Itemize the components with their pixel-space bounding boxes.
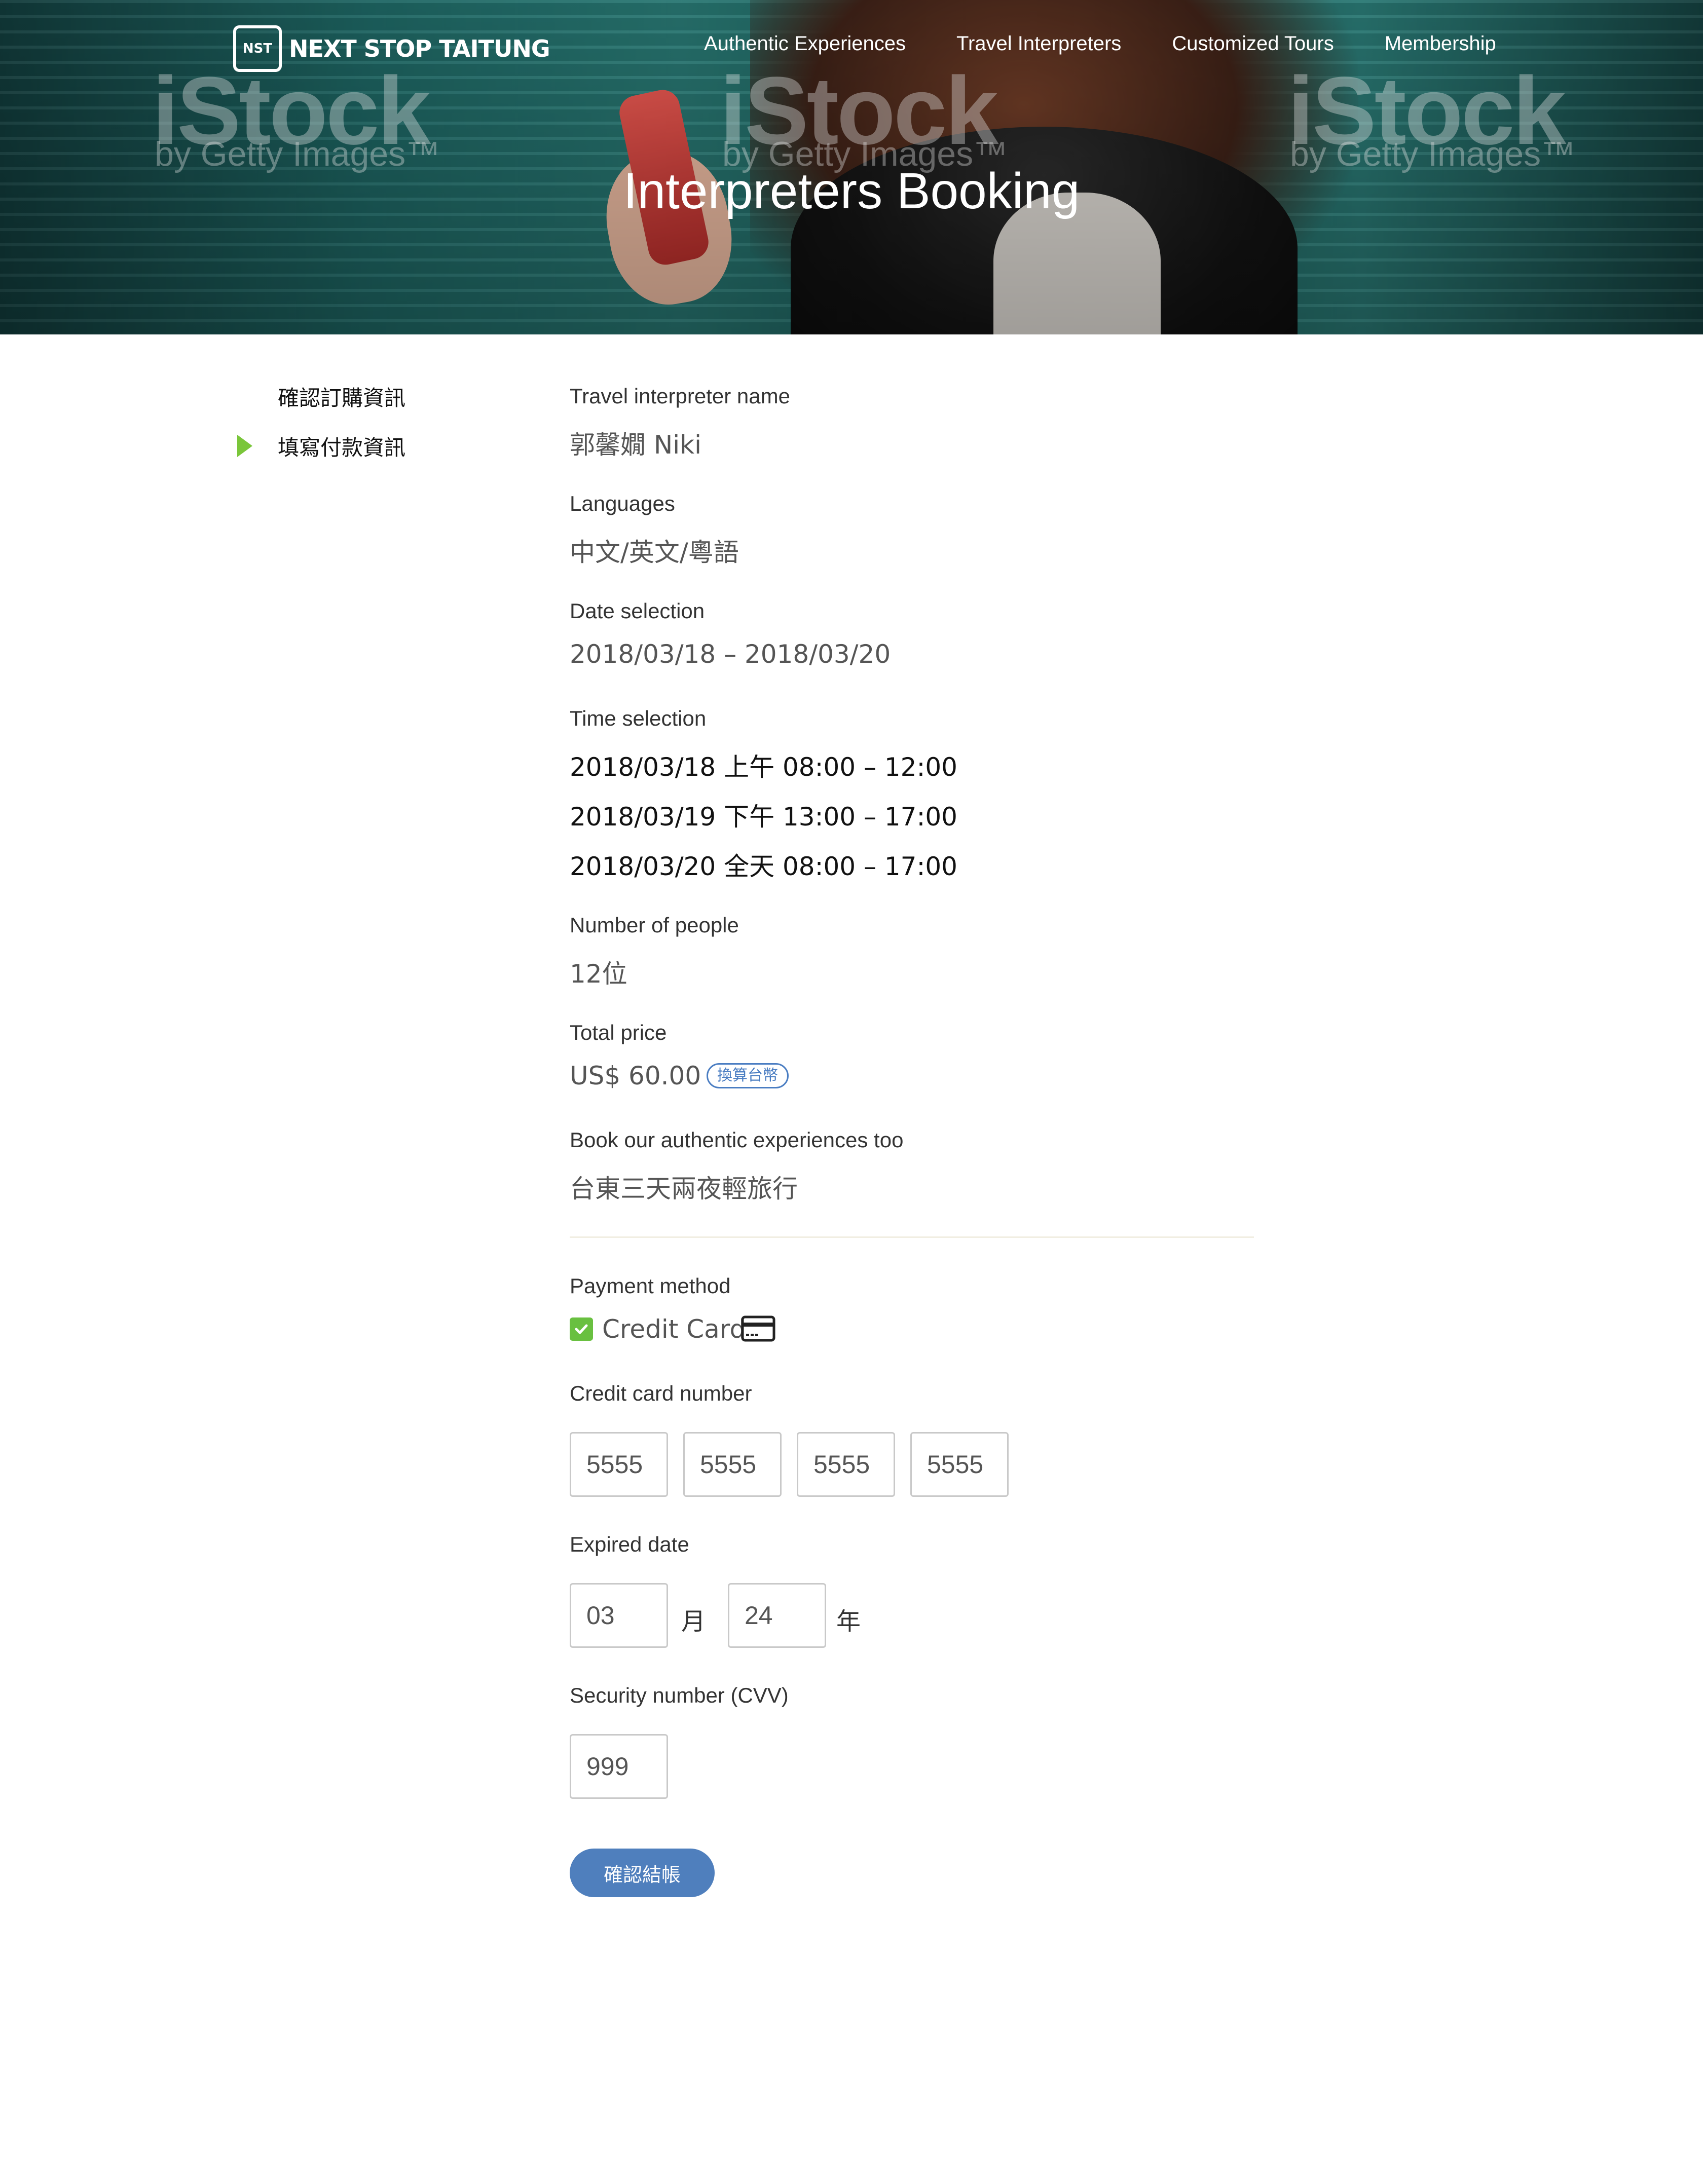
nav-travel-interpreters[interactable]: Travel Interpreters <box>956 32 1121 55</box>
experience-value: 台東三天兩夜輕旅行 <box>570 1174 798 1203</box>
total-price-label: Total price <box>570 1021 667 1044</box>
total-price-value: US$ 60.00 <box>570 1061 701 1090</box>
date-selection-label: Date selection <box>570 599 705 623</box>
year-unit: 年 <box>836 1607 861 1636</box>
hero-banner: iStock by Getty Images™ iStock by Getty … <box>0 0 1703 334</box>
check-icon <box>575 1324 588 1334</box>
cvv-label: Security number (CVV) <box>570 1683 789 1707</box>
credit-card-label: Credit Card <box>602 1314 746 1344</box>
interpreter-name-value: 郭馨嫺 Niki <box>570 430 702 460</box>
time-slot: 2018/03/20 全天 08:00 – 17:00 <box>570 852 957 881</box>
payment-method-label: Payment method <box>570 1274 731 1298</box>
date-selection-value: 2018/03/18 – 2018/03/20 <box>570 639 891 669</box>
expiry-date-label: Expired date <box>570 1532 689 1556</box>
nav-membership[interactable]: Membership <box>1385 32 1496 55</box>
nav-customized-tours[interactable]: Customized Tours <box>1172 32 1334 55</box>
month-unit: 月 <box>681 1607 706 1636</box>
card-number-input-1[interactable]: 5555 <box>570 1432 668 1497</box>
booking-steps: 確認訂購資訊 填寫付款資訊 <box>237 381 405 480</box>
step-label: 填寫付款資訊 <box>278 435 406 460</box>
expiry-month-input[interactable]: 03 <box>570 1583 668 1648</box>
interpreter-name-label: Travel interpreter name <box>570 384 790 408</box>
expiry-year-input[interactable]: 24 <box>728 1583 826 1648</box>
convert-currency-button[interactable]: 換算台幣 <box>707 1063 789 1088</box>
card-number-label: Credit card number <box>570 1381 752 1405</box>
card-number-input-3[interactable]: 5555 <box>797 1432 895 1497</box>
credit-card-checkbox[interactable] <box>570 1317 593 1341</box>
card-number-input-4[interactable]: 5555 <box>910 1432 1009 1497</box>
time-slot: 2018/03/18 上午 08:00 – 12:00 <box>570 752 957 782</box>
credit-card-icon <box>741 1315 775 1342</box>
section-divider <box>570 1236 1254 1238</box>
languages-label: Languages <box>570 492 675 515</box>
active-step-arrow-icon <box>237 435 252 457</box>
nav-authentic-experiences[interactable]: Authentic Experiences <box>704 32 906 55</box>
tram-logo-icon: NST <box>233 25 282 72</box>
brand-name: NEXT STOP TAITUNG <box>289 35 550 62</box>
logo-mark-text: NST <box>242 41 273 56</box>
step-label: 確認訂購資訊 <box>278 386 406 410</box>
languages-value: 中文/英文/粵語 <box>570 538 739 567</box>
cvv-input[interactable]: 999 <box>570 1734 668 1799</box>
brand-logo[interactable]: NST NEXT STOP TAITUNG <box>233 23 550 74</box>
confirm-checkout-button[interactable]: 確認結帳 <box>570 1849 715 1897</box>
people-count-value: 12位 <box>570 959 627 989</box>
time-selection-label: Time selection <box>570 706 707 730</box>
step-payment-info[interactable]: 填寫付款資訊 <box>237 431 406 460</box>
step-confirm-order[interactable]: 確認訂購資訊 <box>237 381 406 410</box>
time-slot: 2018/03/19 下午 13:00 – 17:00 <box>570 802 957 832</box>
experience-label: Book our authentic experiences too <box>570 1128 904 1152</box>
main-nav: Authentic Experiences Travel Interpreter… <box>704 32 1496 55</box>
card-number-input-2[interactable]: 5555 <box>683 1432 782 1497</box>
people-count-label: Number of people <box>570 913 739 937</box>
page-title: Interpreters Booking <box>623 163 1080 219</box>
